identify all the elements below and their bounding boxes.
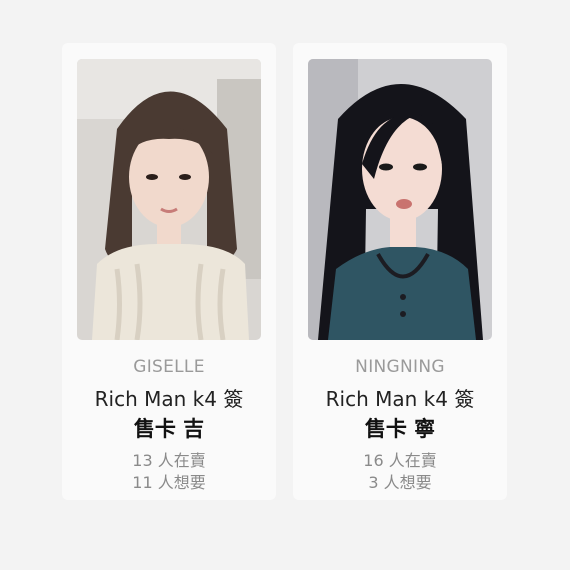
photocard-image[interactable] — [77, 59, 261, 340]
wanting-count: 11 人想要 — [132, 473, 206, 492]
member-name: GISELLE — [133, 357, 205, 377]
card-subtitle: 售卡 寧 — [364, 417, 436, 441]
page: GISELLE Rich Man k4 簽 售卡 吉 13 人在賣 11 人想要 — [0, 0, 570, 570]
member-name: NINGNING — [355, 357, 445, 377]
selling-count: 13 人在賣 — [132, 451, 206, 470]
wanting-count: 3 人想要 — [368, 473, 432, 492]
card-info: GISELLE Rich Man k4 簽 售卡 吉 13 人在賣 11 人想要 — [62, 355, 276, 494]
selling-count: 16 人在賣 — [363, 451, 437, 470]
card-title[interactable]: Rich Man k4 簽 — [293, 384, 507, 414]
photocard-image[interactable] — [308, 59, 492, 340]
card-info: NINGNING Rich Man k4 簽 售卡 寧 16 人在賣 3 人想要 — [293, 355, 507, 494]
card-subtitle: 售卡 吉 — [133, 417, 205, 441]
card-title[interactable]: Rich Man k4 簽 — [62, 384, 276, 414]
photocard-listing-giselle[interactable]: GISELLE Rich Man k4 簽 售卡 吉 13 人在賣 11 人想要 — [62, 43, 276, 500]
photo-illustration — [77, 59, 261, 340]
photo-illustration — [308, 59, 492, 340]
photocard-listing-ningning[interactable]: NINGNING Rich Man k4 簽 售卡 寧 16 人在賣 3 人想要 — [293, 43, 507, 500]
